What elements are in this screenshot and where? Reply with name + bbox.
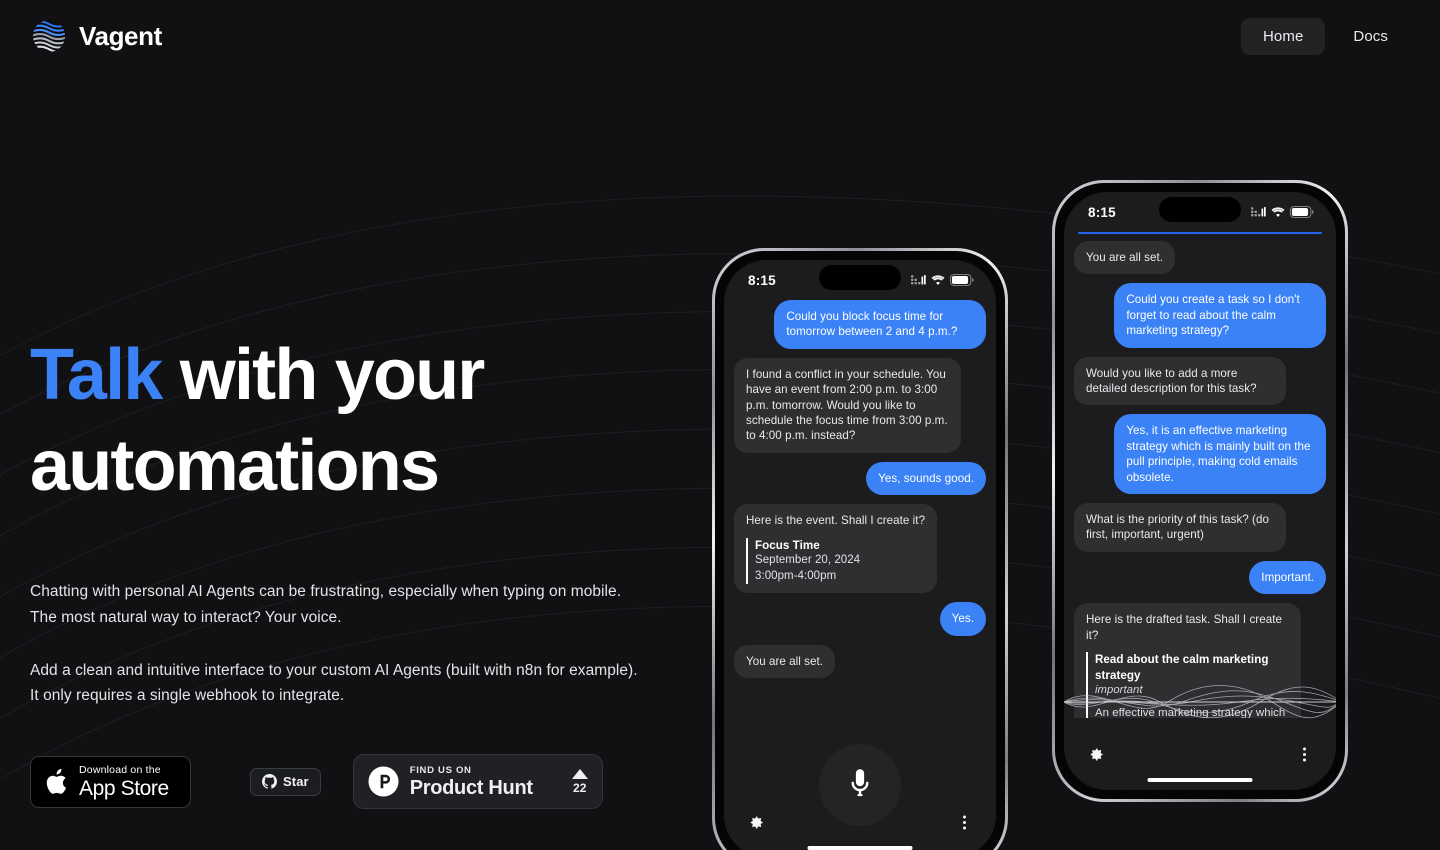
chat-bubble-user: Yes, it is an effective marketing strate… <box>1114 414 1326 495</box>
globe-waves-icon <box>33 20 65 52</box>
nav-item-docs[interactable]: Docs <box>1331 18 1410 55</box>
microphone-icon <box>851 769 869 797</box>
gear-icon[interactable] <box>746 813 765 832</box>
cellular-bars-icon <box>1251 206 1266 216</box>
chat-thread-front[interactable]: Could you block focus time for tomorrow … <box>724 300 996 786</box>
triangle-up-icon <box>571 768 588 779</box>
nav-item-home[interactable]: Home <box>1241 17 1326 55</box>
main-nav: Home Docs <box>1241 17 1410 55</box>
three-dots-vertical-icon[interactable] <box>1295 745 1314 764</box>
phone-bezel-front: 8:15 Could you block focus time for tomo… <box>715 251 1005 850</box>
status-icons <box>911 274 974 286</box>
app-store-large-label: App Store <box>79 776 169 800</box>
status-bar-back: 8:15 <box>1064 192 1336 232</box>
message-row: I found a conflict in your schedule. You… <box>734 357 986 453</box>
brand-name: Vagent <box>79 20 162 51</box>
phone-mockup-front: 8:15 Could you block focus time for tomo… <box>712 248 1008 850</box>
dynamic-island <box>819 265 901 290</box>
message-row: Yes, it is an effective marketing strate… <box>1074 414 1326 495</box>
three-dots-vertical-icon[interactable] <box>955 813 974 832</box>
event-card: Focus Time September 20, 2024 3:00pm-4:0… <box>746 537 925 585</box>
landing-page: Vagent Home Docs Talk with your automati… <box>0 0 1440 850</box>
dynamic-island <box>1159 197 1241 222</box>
chat-bubble-agent: I found a conflict in your schedule. You… <box>734 357 961 453</box>
message-row: Important. <box>1074 560 1326 595</box>
chat-bubble-user: Yes. <box>939 602 986 636</box>
status-time: 8:15 <box>748 272 776 288</box>
product-hunt-labels: FIND US ON Product Hunt <box>410 766 561 799</box>
app-store-labels: Download on the App Store <box>79 765 169 799</box>
message-row: Could you create a task so I don't forge… <box>1074 283 1326 348</box>
product-hunt-upvote-count: 22 <box>573 780 587 795</box>
status-time: 8:15 <box>1088 204 1116 220</box>
message-row: Would you like to add a more detailed de… <box>1074 356 1326 406</box>
hero-paragraph-2: Add a clean and intuitive interface to y… <box>30 661 638 705</box>
chat-bubble-agent-event: Here is the event. Shall I create it? Fo… <box>734 504 938 594</box>
message-row: What is the priority of this task? (do f… <box>1074 503 1326 552</box>
message-row: Could you block focus time for tomorrow … <box>734 300 986 349</box>
event-card-date: September 20, 2024 <box>755 554 861 567</box>
github-icon <box>262 774 277 790</box>
chat-bubble-user: Yes, sounds good. <box>866 461 986 496</box>
battery-icon <box>1290 206 1314 218</box>
hero-section: Talk with your automations Chatting with… <box>30 330 690 810</box>
badge-row: Download on the App Store Star FIND US O… <box>30 754 690 810</box>
chat-bubble-user: Could you block focus time for tomorrow … <box>774 300 986 349</box>
phone-screen-front: 8:15 Could you block focus time for tomo… <box>724 260 996 850</box>
message-row: Yes. <box>734 602 986 636</box>
phone-mockup-back: 8:15 You are all set. Could you create a… <box>1052 180 1348 802</box>
producthunt-p-icon <box>368 766 399 797</box>
event-card-time: 3:00pm-4:00pm <box>755 569 837 582</box>
message-row: You are all set. <box>734 644 986 679</box>
chat-bubble-agent: Would you like to add a more detailed de… <box>1074 356 1286 406</box>
chat-thread-back[interactable]: You are all set. Could you create a task… <box>1064 232 1336 718</box>
github-star-button[interactable]: Star <box>250 767 321 796</box>
product-hunt-badge[interactable]: FIND US ON Product Hunt 22 <box>352 754 603 810</box>
clipped-blue-bubble <box>1078 232 1322 234</box>
message-row: Here is the event. Shall I create it? Fo… <box>734 504 986 594</box>
wifi-icon <box>1271 206 1285 217</box>
cellular-bars-icon <box>911 274 926 284</box>
audio-waveform-icon <box>1064 685 1336 719</box>
microphone-button[interactable] <box>819 744 901 826</box>
headline-accent: Talk <box>30 335 163 415</box>
wifi-icon <box>931 274 945 285</box>
home-indicator <box>1147 777 1253 782</box>
product-hunt-upvote[interactable]: 22 <box>571 768 588 795</box>
hero-paragraph-1: Chatting with personal AI Agents can be … <box>30 583 622 626</box>
phone-screen-back: 8:15 You are all set. Could you create a… <box>1064 192 1336 790</box>
home-indicator <box>807 845 913 850</box>
product-hunt-large-label: Product Hunt <box>409 777 533 800</box>
apple-logo-icon <box>46 768 67 794</box>
event-prompt-text: Here is the event. Shall I create it? <box>746 514 926 528</box>
message-row: You are all set. <box>1074 241 1326 275</box>
site-header: Vagent Home Docs <box>0 0 1440 72</box>
github-star-label: Star <box>283 774 309 790</box>
task-prompt-text: Here is the drafted task. Shall I create… <box>1086 613 1282 642</box>
status-bar-front: 8:15 <box>724 260 996 300</box>
battery-icon <box>950 274 974 286</box>
chat-bubble-user: Could you create a task so I don't forge… <box>1114 283 1326 348</box>
app-store-small-label: Download on the <box>79 764 161 777</box>
message-row: Yes, sounds good. <box>734 461 986 496</box>
chat-bubble-agent: What is the priority of this task? (do f… <box>1074 503 1286 552</box>
product-hunt-small-label: FIND US ON <box>409 764 472 776</box>
chat-bubble-agent: You are all set. <box>734 644 836 679</box>
gear-icon[interactable] <box>1086 745 1105 764</box>
page-title: Talk with your automations <box>30 330 690 511</box>
brand-logo[interactable]: Vagent <box>32 19 162 53</box>
chat-bubble-user: Important. <box>1249 560 1326 595</box>
phone-bezel-back: 8:15 You are all set. Could you create a… <box>1055 183 1345 799</box>
event-card-title: Focus Time <box>755 538 820 552</box>
app-store-button[interactable]: Download on the App Store <box>30 755 191 808</box>
status-icons <box>1251 206 1314 218</box>
chat-bubble-agent: You are all set. <box>1074 241 1176 275</box>
